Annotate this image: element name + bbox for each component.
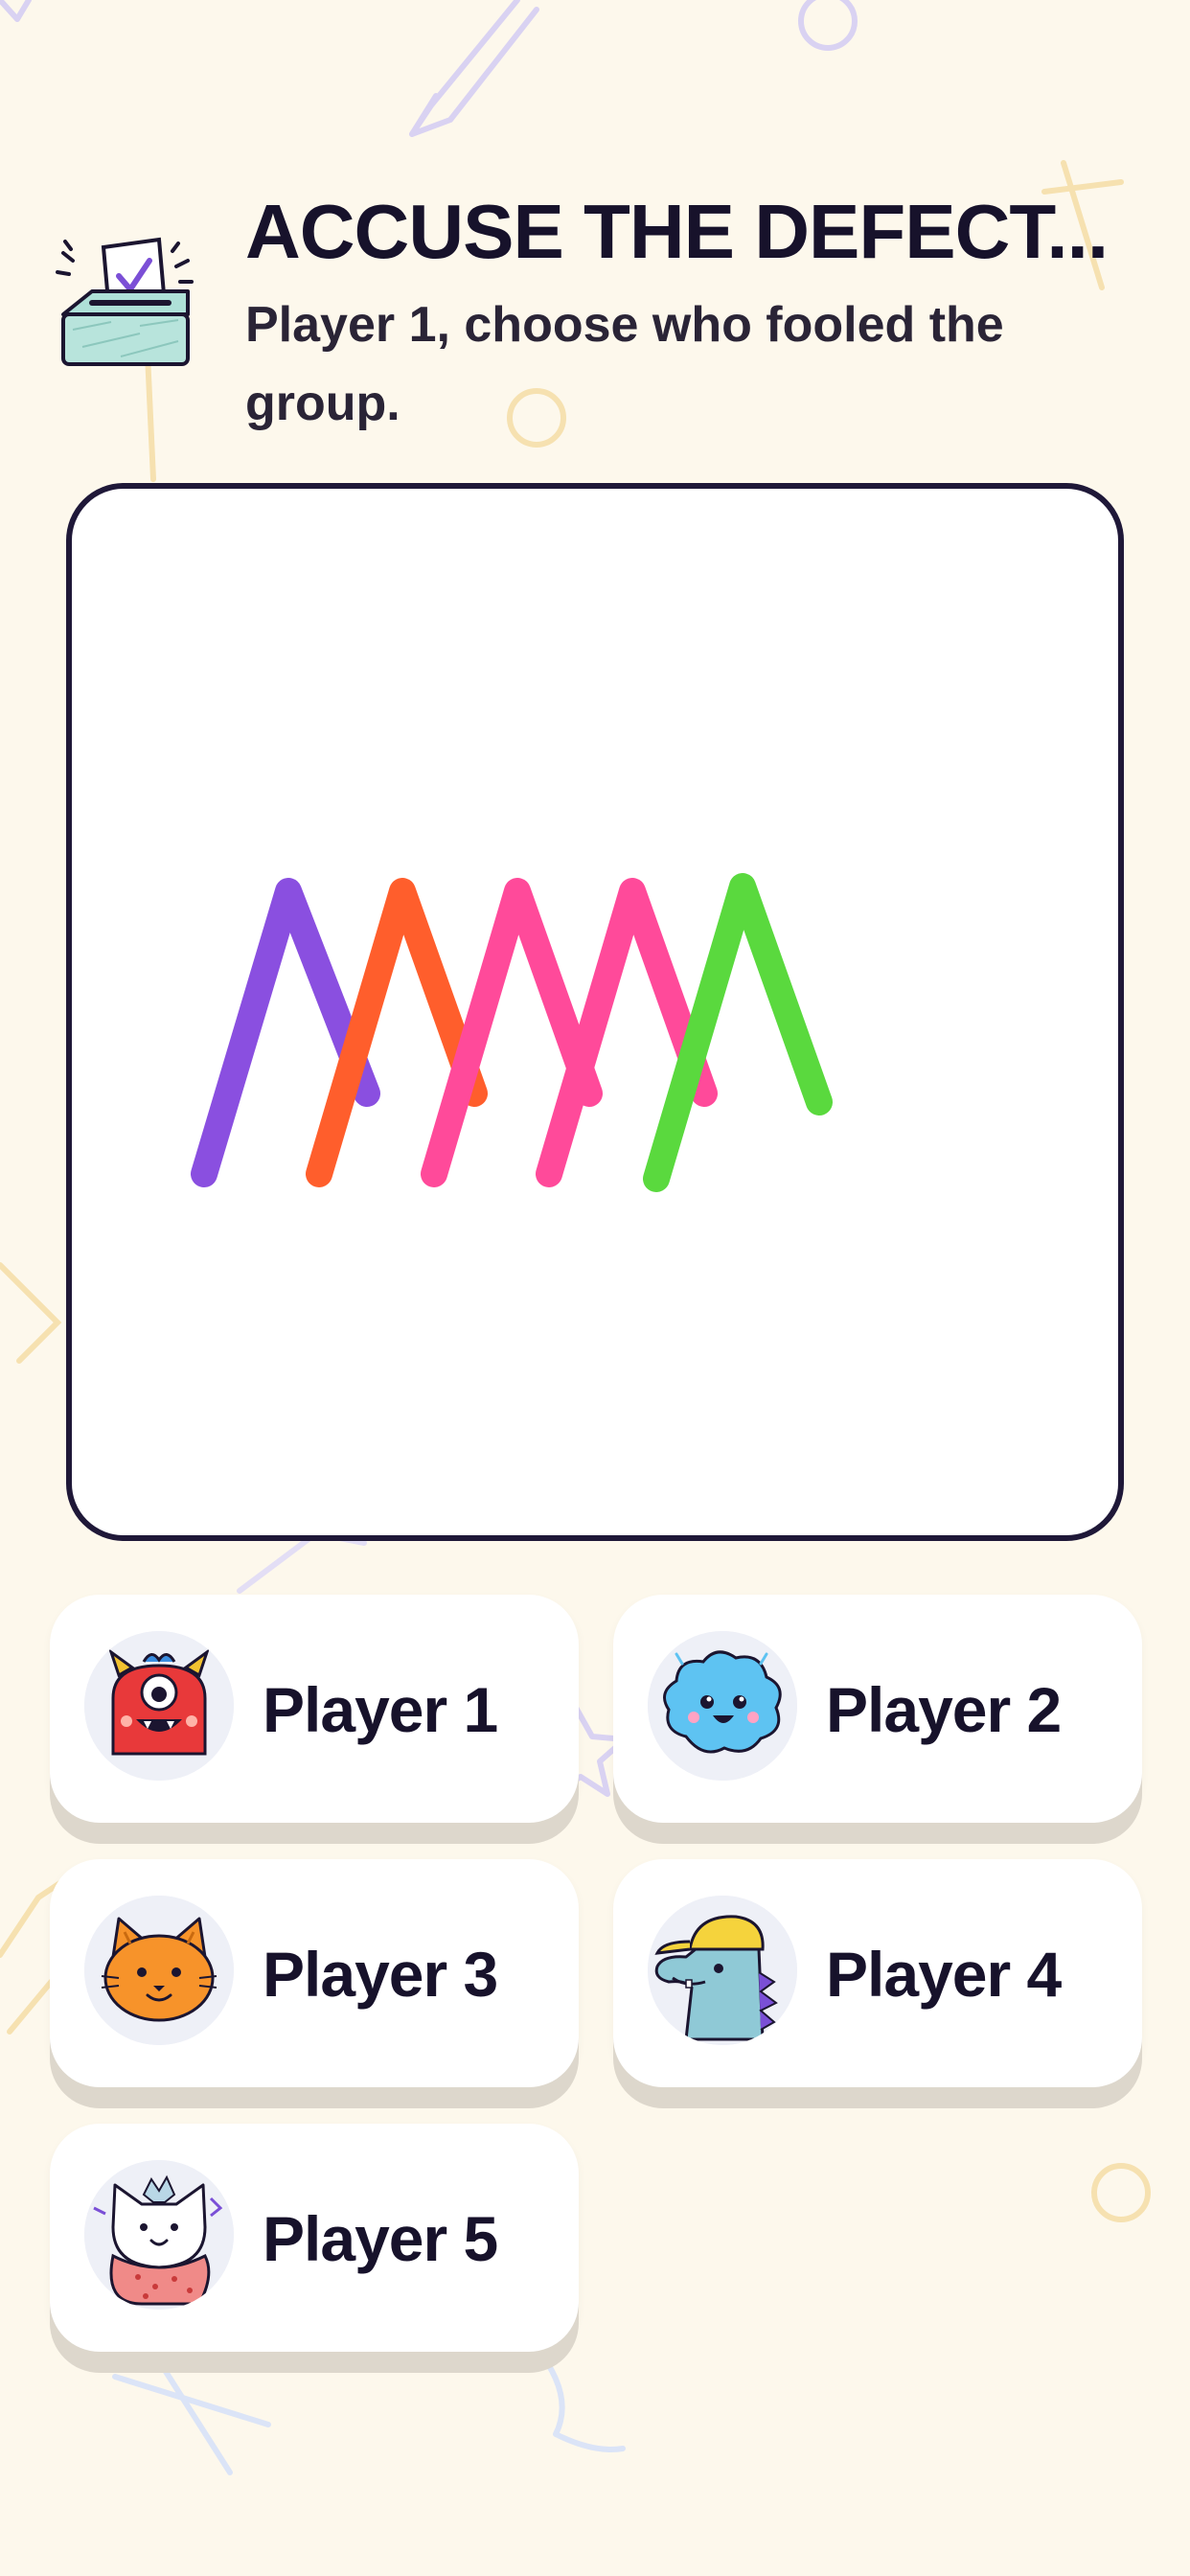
blue-cloud-avatar — [648, 1631, 797, 1781]
player-4-label: Player 4 — [826, 1939, 1062, 2010]
header: ACCUSE THE DEFECT... Player 1, choose wh… — [0, 0, 1190, 460]
player-5-button[interactable]: Player 5 — [50, 2124, 579, 2352]
player-1-button[interactable]: Player 1 — [50, 1595, 579, 1823]
player-3-label: Player 3 — [263, 1939, 498, 2010]
player-1-label: Player 1 — [263, 1674, 498, 1745]
page-title: ACCUSE THE DEFECT... — [245, 189, 1109, 274]
dino-cap-avatar — [648, 1896, 797, 2045]
player-2-label: Player 2 — [826, 1674, 1062, 1745]
player-4-button[interactable]: Player 4 — [613, 1859, 1142, 2087]
drawing-canvas — [66, 483, 1124, 1541]
page-subtitle: Player 1, choose who fooled the group. — [245, 297, 1004, 431]
orange-cat-avatar — [84, 1896, 234, 2045]
red-monster-avatar — [84, 1631, 234, 1781]
player-5-label: Player 5 — [263, 2203, 498, 2274]
player-2-button[interactable]: Player 2 — [613, 1595, 1142, 1823]
strawberry-cat-avatar — [84, 2160, 234, 2310]
player-3-button[interactable]: Player 3 — [50, 1859, 579, 2087]
ballot-box-icon — [54, 234, 197, 378]
